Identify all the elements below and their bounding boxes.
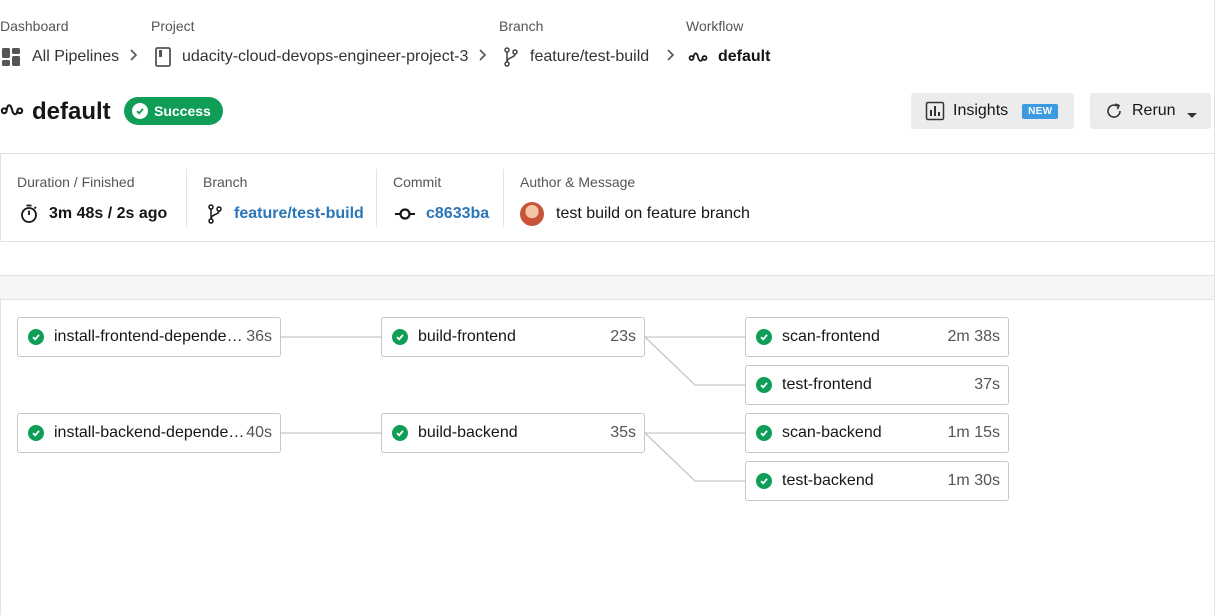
job-duration: 23s xyxy=(610,328,636,345)
job-duration: 35s xyxy=(610,424,636,441)
job-name: build-backend xyxy=(418,424,518,441)
check-circle-icon xyxy=(756,473,772,489)
branch-link[interactable]: feature/test-build xyxy=(206,204,364,224)
job-duration: 40s xyxy=(246,424,272,441)
refresh-icon xyxy=(1104,101,1124,121)
job-scan-frontend[interactable]: scan-frontend 2m 38s xyxy=(745,317,1009,357)
pipeline-info-panel xyxy=(0,153,1214,242)
rerun-label: Rerun xyxy=(1132,102,1176,119)
job-duration: 36s xyxy=(246,328,272,345)
breadcrumb-workflow-label: Workflow xyxy=(686,18,744,34)
author-message-label: Author & Message xyxy=(520,174,636,190)
job-build-backend[interactable]: build-backend 35s xyxy=(381,413,645,453)
check-circle-icon xyxy=(756,329,772,345)
breadcrumb-project-label: Project xyxy=(151,18,195,34)
branch-value: feature/test-build xyxy=(234,205,364,222)
check-circle-icon xyxy=(392,425,408,441)
job-name: build-frontend xyxy=(418,328,516,345)
chevron-right-icon xyxy=(478,47,488,68)
status-label: Success xyxy=(154,103,211,119)
job-duration: 37s xyxy=(974,376,1000,393)
job-install-backend-dependencies[interactable]: install-backend-dependencies 40s xyxy=(17,413,281,453)
commit-label: Commit xyxy=(393,174,442,190)
job-scan-backend[interactable]: scan-backend 1m 15s xyxy=(745,413,1009,453)
insights-label: Insights xyxy=(953,102,1009,119)
caret-down-icon xyxy=(1186,107,1198,118)
commit-value: c8633ba xyxy=(426,205,490,222)
bar-chart-icon xyxy=(925,101,945,121)
dashboard-grid-icon xyxy=(0,47,22,67)
divider xyxy=(186,169,187,227)
job-install-frontend-dependencies[interactable]: install-frontend-dependencies 36s xyxy=(17,317,281,357)
new-badge: NEW xyxy=(1022,103,1059,119)
avatar xyxy=(520,202,544,226)
git-branch-icon xyxy=(502,47,520,67)
branch-label: Branch xyxy=(203,174,248,190)
job-name: install-backend-dependencies xyxy=(54,424,247,441)
commit-message: test build on feature branch xyxy=(556,205,750,222)
divider xyxy=(376,169,377,227)
rerun-button[interactable]: Rerun xyxy=(1090,93,1211,129)
breadcrumb-all-pipelines[interactable]: All Pipelines xyxy=(0,47,119,67)
workflow-icon xyxy=(688,47,708,67)
job-duration: 1m 15s xyxy=(947,424,1000,441)
breadcrumb-branch-label: Branch xyxy=(499,18,544,34)
git-branch-icon xyxy=(206,204,224,224)
divider xyxy=(503,169,504,227)
chevron-right-icon xyxy=(666,47,676,68)
stopwatch-icon xyxy=(19,204,39,224)
job-duration: 1m 30s xyxy=(947,472,1000,489)
job-test-backend[interactable]: test-backend 1m 30s xyxy=(745,461,1009,501)
check-circle-icon xyxy=(392,329,408,345)
author-message-group: test build on feature branch xyxy=(520,202,750,226)
job-build-frontend[interactable]: build-frontend 23s xyxy=(381,317,645,357)
status-badge: Success xyxy=(124,97,223,125)
job-name: scan-backend xyxy=(782,424,882,441)
job-duration: 2m 38s xyxy=(947,328,1000,345)
breadcrumb-dashboard-value: All Pipelines xyxy=(32,48,120,65)
job-name: install-frontend-dependencies xyxy=(54,328,247,345)
breadcrumb-project[interactable]: udacity-cloud-devops-engineer-project-3 xyxy=(154,47,468,67)
breadcrumb-branch-value: feature/test-build xyxy=(530,48,650,65)
check-circle-icon xyxy=(28,425,44,441)
graph-header-strip xyxy=(0,275,1215,300)
check-circle-icon xyxy=(28,329,44,345)
breadcrumb-dashboard-label: Dashboard xyxy=(0,18,69,34)
job-test-frontend[interactable]: test-frontend 37s xyxy=(745,365,1009,405)
insights-button[interactable]: Insights NEW xyxy=(911,93,1074,129)
workflow-icon xyxy=(0,100,24,124)
chevron-right-icon xyxy=(129,47,139,68)
check-circle-icon xyxy=(756,425,772,441)
check-circle-icon xyxy=(756,377,772,393)
job-name: test-frontend xyxy=(782,376,872,393)
duration-value: 3m 48s / 2s ago xyxy=(49,205,168,222)
breadcrumb-project-value: udacity-cloud-devops-engineer-project-3 xyxy=(182,48,469,65)
page-title-group: default xyxy=(0,98,111,126)
repo-book-icon xyxy=(154,47,172,67)
breadcrumb-workflow: default xyxy=(688,47,770,67)
job-name: scan-frontend xyxy=(782,328,880,345)
commit-link[interactable]: c8633ba xyxy=(394,204,489,224)
breadcrumb-branch[interactable]: feature/test-build xyxy=(502,47,649,67)
check-circle-icon xyxy=(132,103,148,119)
duration-label: Duration / Finished xyxy=(17,174,135,190)
breadcrumb-workflow-value: default xyxy=(718,48,771,65)
commit-icon xyxy=(394,204,416,224)
job-name: test-backend xyxy=(782,472,874,489)
page-title: default xyxy=(32,98,111,125)
duration-value-group: 3m 48s / 2s ago xyxy=(19,204,167,224)
